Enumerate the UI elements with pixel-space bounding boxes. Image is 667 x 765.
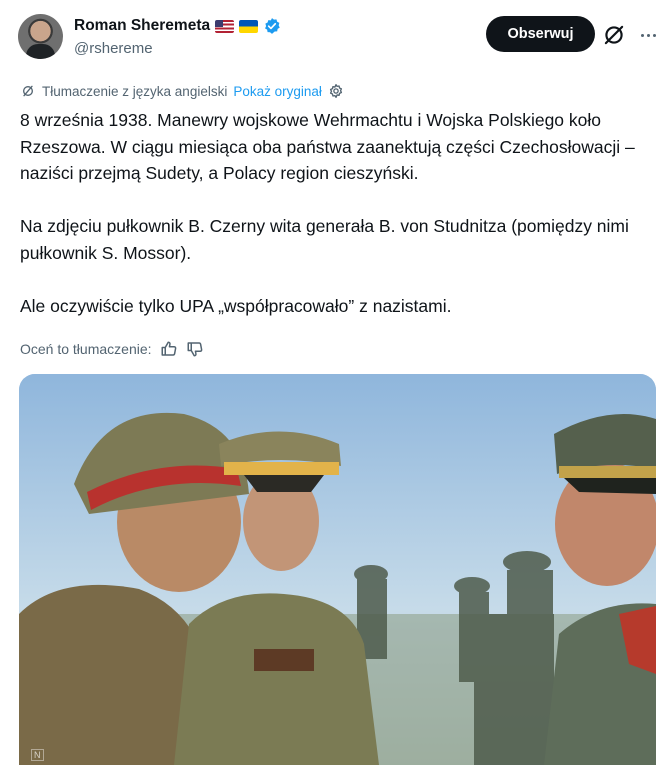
thumbs-up-icon[interactable] xyxy=(160,340,178,358)
author-name-row: Roman Sheremeta xyxy=(74,15,281,37)
translate-icon xyxy=(23,85,33,97)
follow-button[interactable]: Obserwuj xyxy=(486,16,595,52)
verified-badge-icon[interactable] xyxy=(263,17,281,35)
show-original-link[interactable]: Pokaż oryginał xyxy=(233,84,322,99)
gear-icon[interactable] xyxy=(328,83,344,99)
rate-translation: Oceń to tłumaczenie: xyxy=(20,339,204,359)
tweet-paragraph: Ale oczywiście tylko UPA „współpracowało… xyxy=(20,295,452,316)
thumbs-down-icon[interactable] xyxy=(186,340,204,358)
author-name[interactable]: Roman Sheremeta xyxy=(74,17,210,35)
avatar[interactable] xyxy=(18,14,63,59)
tweet-paragraph: 8 września 1938. Manewry wojskowe Wehrma… xyxy=(20,110,635,183)
photo-watermark: N xyxy=(31,749,44,761)
tweet-text: 8 września 1938. Manewry wojskowe Wehrma… xyxy=(20,107,655,346)
tweet-photo[interactable]: N xyxy=(19,374,656,765)
translation-label: Tłumaczenie z języka angielski xyxy=(42,83,228,99)
author-handle[interactable]: @rshereme xyxy=(74,40,153,57)
ukraine-flag-icon xyxy=(239,19,259,33)
historical-photo-image xyxy=(19,374,656,765)
tweet-paragraph: Na zdjęciu pułkownik B. Czerny wita gene… xyxy=(20,216,629,263)
translation-info: Tłumaczenie z języka angielski Pokaż ory… xyxy=(20,81,344,101)
us-flag-icon xyxy=(215,19,235,33)
grok-icon[interactable] xyxy=(601,22,627,48)
more-options-icon[interactable] xyxy=(636,22,660,48)
rate-translation-label: Oceń to tłumaczenie: xyxy=(20,341,152,357)
